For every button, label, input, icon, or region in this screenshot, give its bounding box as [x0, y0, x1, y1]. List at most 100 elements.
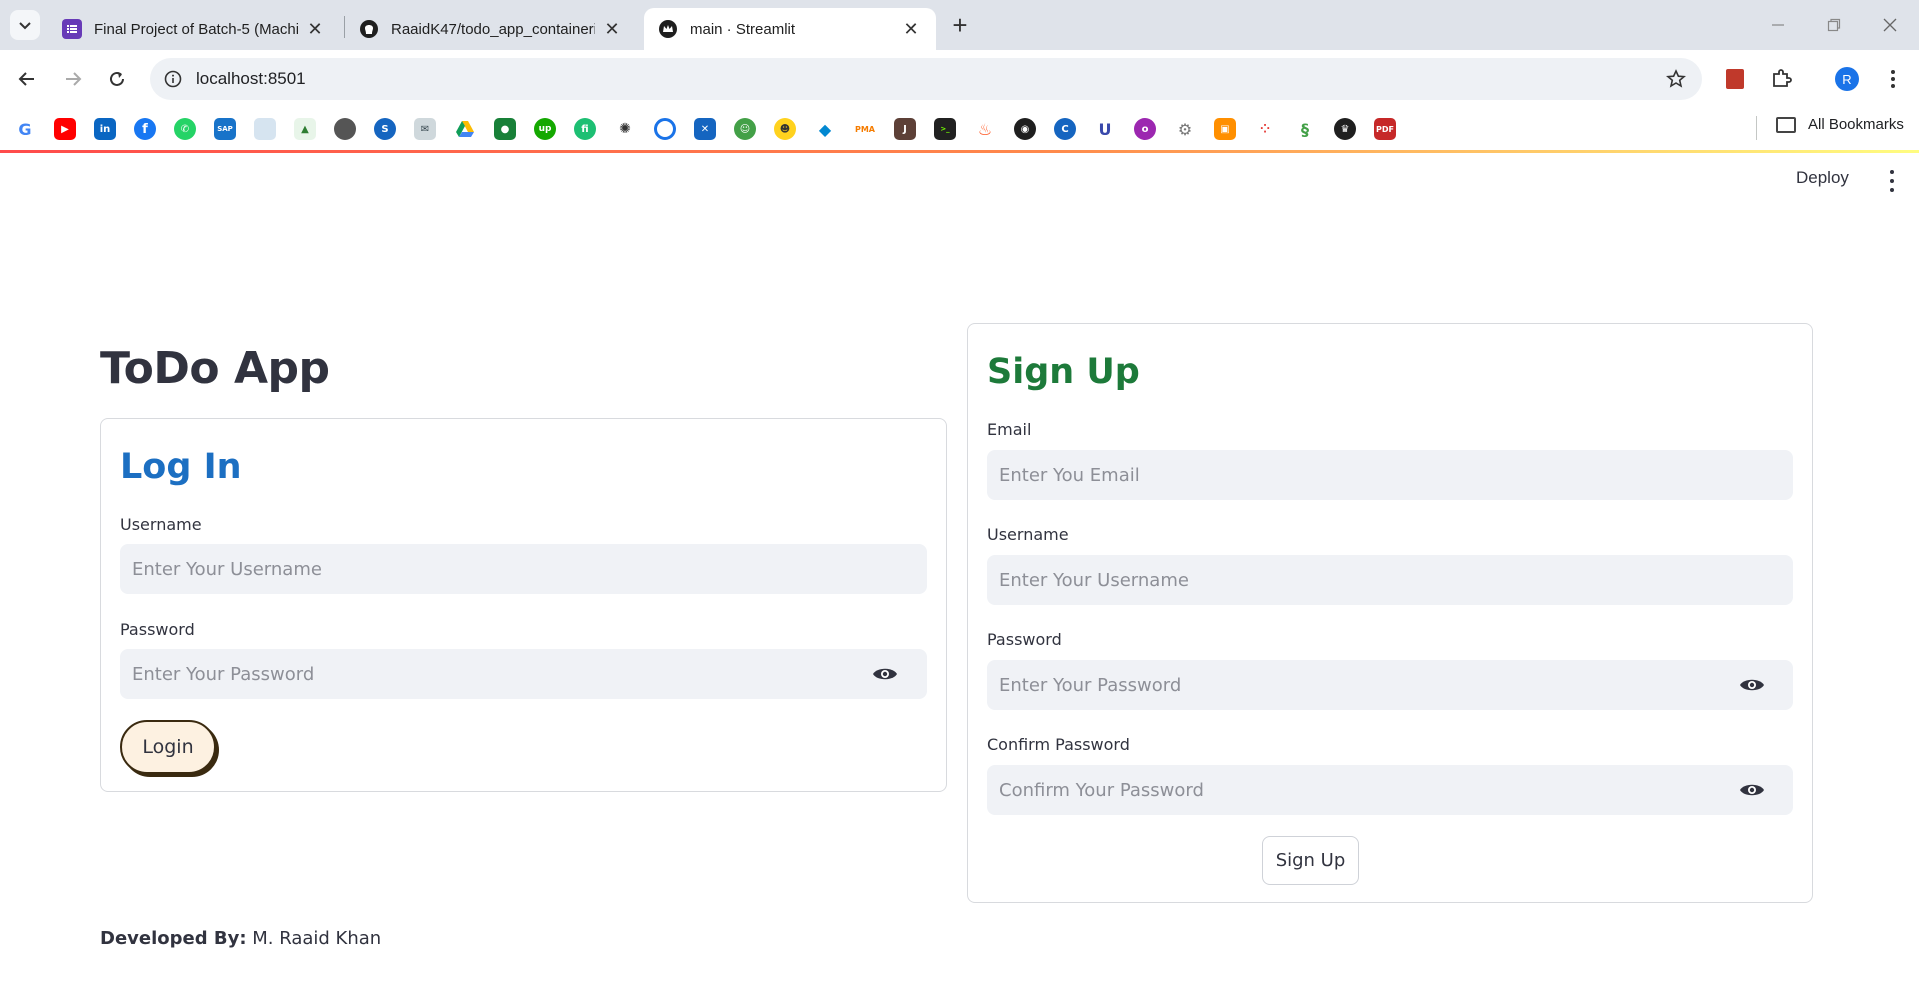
openai-icon[interactable]: ✺ [614, 118, 636, 140]
signup-button[interactable]: Sign Up [1262, 836, 1359, 885]
gear-icon[interactable]: ⚙ [1174, 118, 1196, 140]
tree-icon[interactable]: ▲ [294, 118, 316, 140]
fiverr-icon[interactable]: fi [574, 118, 596, 140]
arrow-left-icon [18, 72, 34, 86]
url-text[interactable]: localhost:8501 [196, 69, 306, 89]
u-icon[interactable]: U [1094, 118, 1116, 140]
forms-icon [62, 19, 82, 39]
signup-card [967, 323, 1813, 903]
streamlit-crown-icon [658, 19, 678, 39]
deploy-button[interactable]: Deploy [1796, 168, 1849, 188]
profile-button[interactable]: R [1832, 64, 1862, 94]
tab-title: main · Streamlit [690, 20, 796, 38]
new-tab-button[interactable]: + [945, 10, 975, 40]
terminal-icon[interactable]: >_ [934, 118, 956, 140]
signup-username-input[interactable] [987, 555, 1793, 605]
tab-final-project[interactable]: Final Project of Batch-5 (Machin ✕ [48, 8, 340, 50]
globe-icon[interactable] [334, 118, 356, 140]
developer-credit-prefix: Developed By: [100, 928, 247, 949]
site-info-icon[interactable] [162, 68, 184, 90]
signup-confirm-input[interactable] [987, 765, 1793, 815]
streamlit-header [0, 153, 1919, 209]
login-password-input[interactable] [120, 649, 927, 699]
back-button[interactable] [10, 62, 44, 96]
signup-email-input[interactable] [987, 450, 1793, 500]
signup-password-input[interactable] [987, 660, 1793, 710]
hugging-face-icon[interactable]: ☻ [774, 118, 796, 140]
youtube-icon[interactable]: ▶ [54, 118, 76, 140]
close-icon [1883, 18, 1897, 32]
minimize-button[interactable] [1750, 8, 1806, 42]
menu-dot [1890, 188, 1894, 192]
app-title: ToDo App [100, 343, 330, 394]
login-password-label: Password [120, 620, 195, 639]
bookmark-star-icon[interactable] [1664, 67, 1688, 91]
signup-title: Sign Up [987, 352, 1140, 392]
close-tab-icon[interactable]: ✕ [304, 18, 326, 40]
extensions-button[interactable] [1766, 64, 1796, 94]
snake-icon[interactable]: § [1294, 118, 1316, 140]
folder-icon [1776, 116, 1796, 133]
tab-github-repo[interactable]: RaaidK47/todo_app_containeriz ✕ [345, 8, 637, 50]
drive-icon[interactable] [454, 118, 476, 140]
signup-confirm-label: Confirm Password [987, 735, 1130, 754]
tab-title: Final Project of Batch-5 (Machin [94, 20, 298, 38]
login-username-input[interactable] [120, 544, 927, 594]
upwork-icon[interactable]: up [534, 118, 556, 140]
login-title: Log In [120, 447, 242, 487]
tab-search-button[interactable] [10, 10, 40, 40]
menu-dot [1890, 179, 1894, 183]
restore-button[interactable] [1806, 8, 1862, 42]
address-bar[interactable]: localhost:8501 [150, 58, 1702, 100]
circle-icon[interactable] [654, 118, 676, 140]
facebook-icon[interactable]: f [134, 118, 156, 140]
crown-icon[interactable]: ♛ [1334, 118, 1356, 140]
developer-credit: Developed By: M. Raaid Khan [100, 928, 381, 949]
close-tab-icon[interactable]: ✕ [601, 18, 623, 40]
pma-icon[interactable]: PMA [854, 118, 876, 140]
main-menu-button[interactable] [1882, 170, 1902, 192]
o-icon[interactable]: o [1134, 118, 1156, 140]
bot-icon[interactable]: ☺ [734, 118, 756, 140]
reload-button[interactable] [100, 62, 134, 96]
dots-icon[interactable]: ⁘ [1254, 118, 1276, 140]
c-icon[interactable]: C [1054, 118, 1076, 140]
profile-avatar: R [1835, 67, 1859, 91]
tab-strip: Final Project of Batch-5 (Machin ✕ Raaid… [0, 0, 1919, 50]
show-confirm-password-icon[interactable] [1739, 780, 1765, 800]
bookmarks-bar: G ▶ in f ✆ SAP ▲ S ✉ ● up fi ✺ ✕ ☺ ☻ ◆ P… [0, 108, 1919, 150]
browser-menu-button[interactable] [1878, 64, 1908, 94]
github-bookmark-icon[interactable]: ◉ [1014, 118, 1036, 140]
restore-icon [1827, 18, 1841, 32]
tab-streamlit-main[interactable]: main · Streamlit ✕ [644, 8, 936, 50]
close-tab-icon[interactable]: ✕ [900, 18, 922, 40]
tab-title: RaaidK47/todo_app_containeriz [391, 20, 595, 38]
classroom-icon[interactable]: ● [494, 118, 516, 140]
minimize-icon [1772, 24, 1784, 26]
show-password-icon[interactable] [872, 664, 898, 684]
all-bookmarks-button[interactable]: All Bookmarks [1776, 116, 1904, 133]
reload-icon [110, 71, 124, 86]
mixer-icon[interactable]: ✕ [694, 118, 716, 140]
linkedin-icon[interactable]: in [94, 118, 116, 140]
diamond-icon[interactable]: ◆ [814, 118, 836, 140]
pdf-icon[interactable]: PDF [1374, 118, 1396, 140]
s-circle-icon[interactable]: S [374, 118, 396, 140]
signup-email-label: Email [987, 420, 1032, 439]
sap-icon[interactable]: SAP [214, 118, 236, 140]
book-icon [1726, 69, 1744, 89]
mail-icon[interactable]: ✉ [414, 118, 436, 140]
box-icon[interactable]: ▣ [1214, 118, 1236, 140]
close-window-button[interactable] [1862, 8, 1918, 42]
fire-icon[interactable]: ♨ [974, 118, 996, 140]
login-button[interactable]: Login [120, 720, 216, 774]
chart-icon[interactable] [254, 118, 276, 140]
signup-username-label: Username [987, 525, 1069, 544]
puzzle-icon [1773, 69, 1792, 87]
whatsapp-icon[interactable]: ✆ [174, 118, 196, 140]
show-password-icon[interactable] [1739, 675, 1765, 695]
extension-book-button[interactable] [1720, 64, 1750, 94]
forward-button[interactable] [56, 62, 90, 96]
brand-icon[interactable]: J [894, 118, 916, 140]
google-icon[interactable]: G [14, 118, 36, 140]
